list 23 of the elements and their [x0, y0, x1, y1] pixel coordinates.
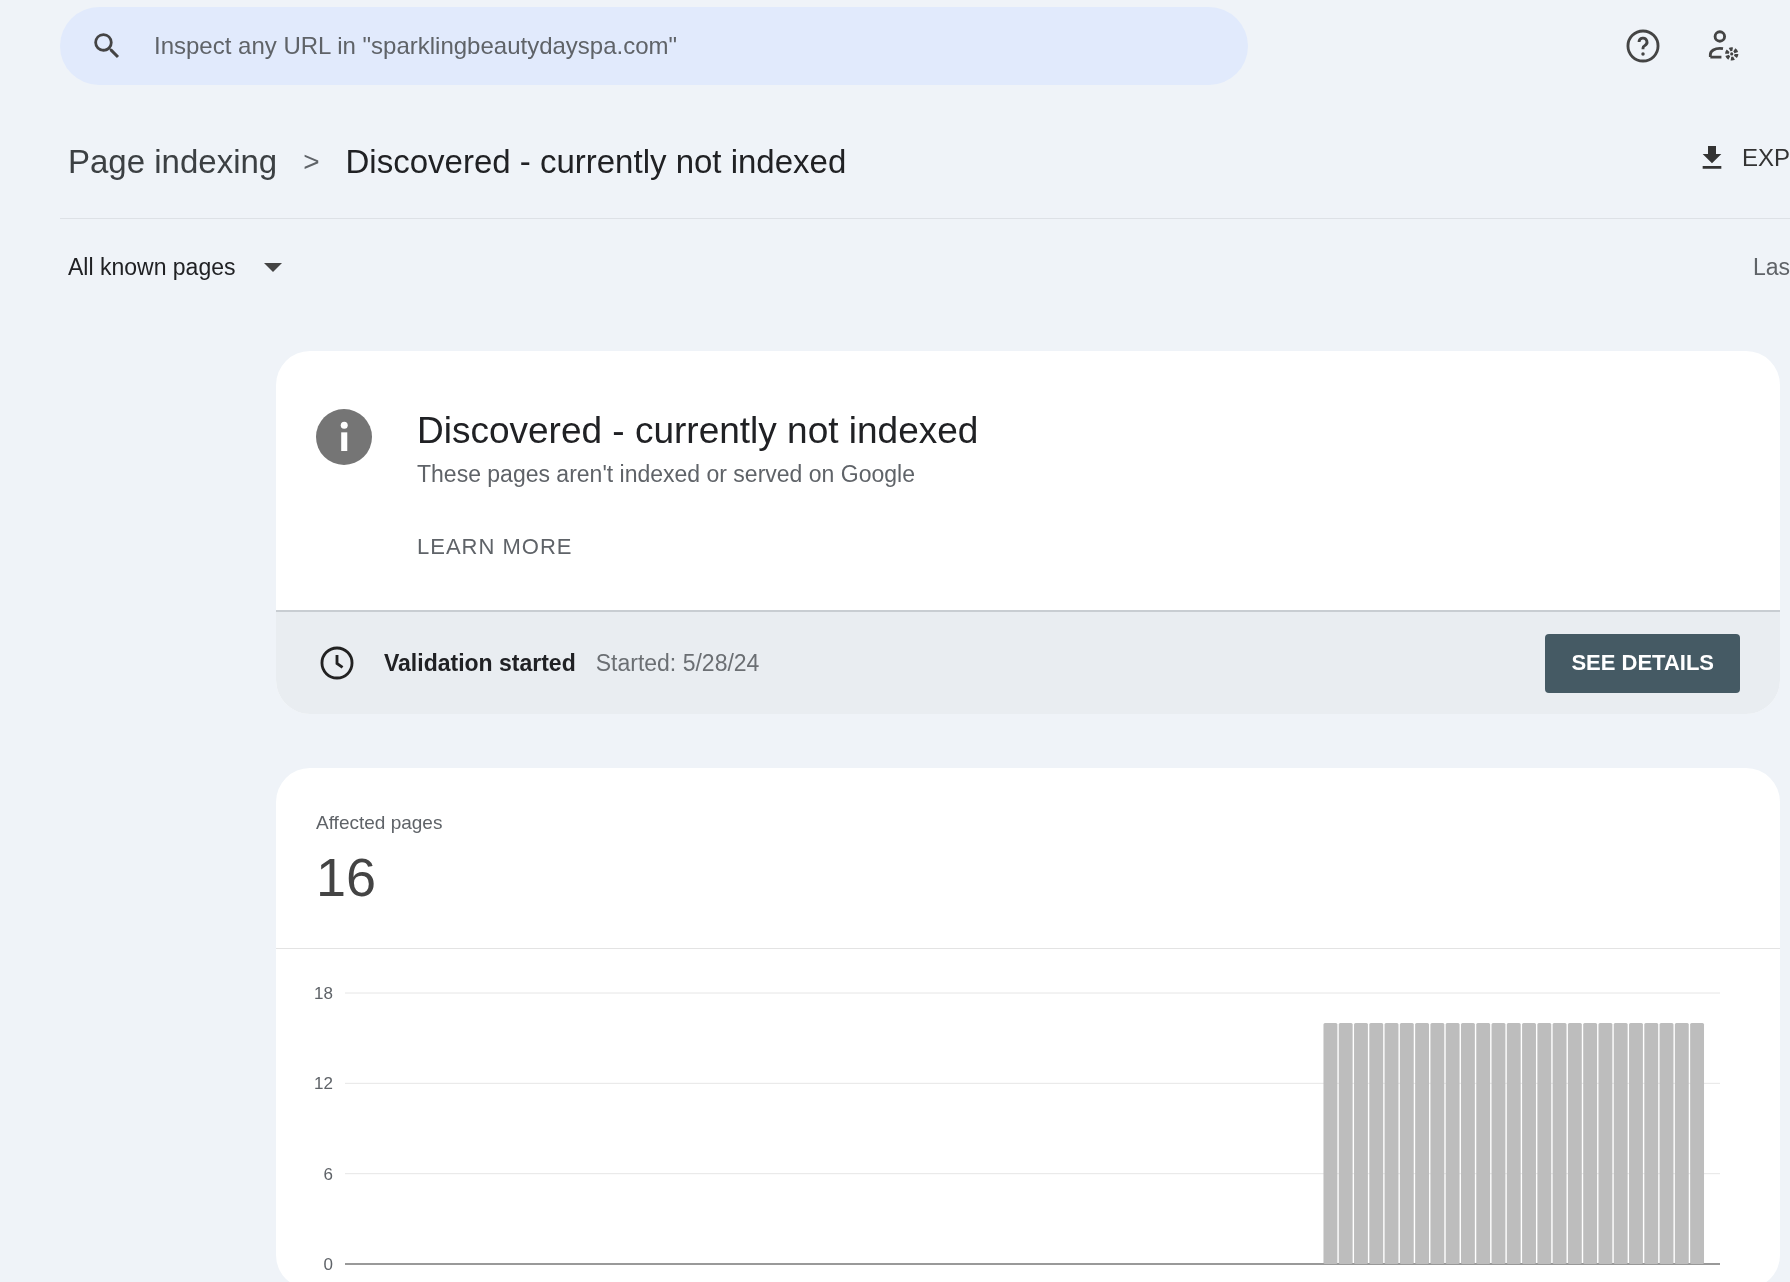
page-title: Discovered - currently not indexed [345, 143, 847, 181]
axis-tick-label: 18 [314, 984, 333, 1003]
help-icon [1624, 27, 1662, 65]
dropdown-arrow-icon [263, 262, 282, 272]
issue-description: These pages aren't indexed or served on Google [417, 461, 916, 488]
issue-title: Discovered - currently not indexed [417, 409, 979, 453]
learn-more-link[interactable]: LEARN MORE [417, 534, 573, 560]
see-details-button[interactable]: SEE DETAILS [1545, 633, 1740, 693]
search-field[interactable]: Inspect any URL in "sparklingbeautydayspa.com" [60, 7, 1248, 85]
info-icon [316, 409, 372, 465]
metric-value: 16 [316, 846, 378, 908]
clock-icon [318, 644, 356, 682]
validation-status: Validation started [384, 649, 576, 677]
pages-dropdown[interactable]: All known pages [68, 253, 282, 281]
axis-tick-label: 0 [323, 1255, 333, 1274]
export-button[interactable]: EXP [1695, 142, 1790, 174]
axis-tick-label: 6 [323, 1164, 333, 1184]
breadcrumb-separator: > [303, 146, 320, 178]
breadcrumb-link[interactable]: Page indexing [68, 143, 278, 181]
axis-tick-label: 12 [314, 1074, 333, 1094]
validation-date: Started: 5/28/24 [595, 649, 760, 677]
date-range-dropdown[interactable]: Las [1752, 253, 1790, 281]
metric-label: Affected pages [316, 812, 444, 834]
